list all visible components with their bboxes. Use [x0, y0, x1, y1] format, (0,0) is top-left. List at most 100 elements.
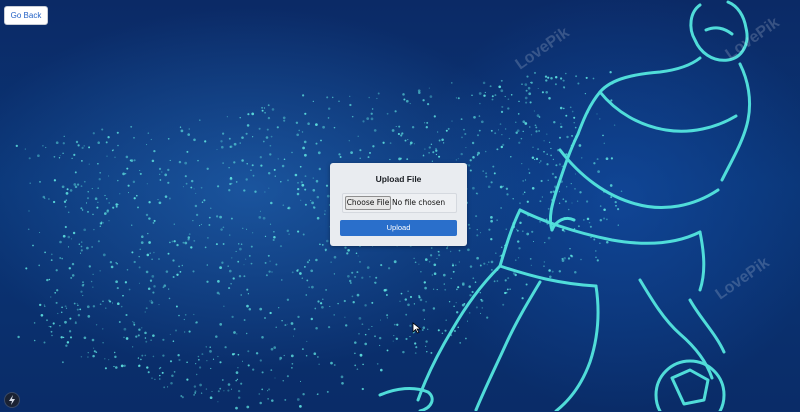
particle-dot	[405, 337, 408, 341]
particle-dot	[524, 83, 528, 86]
particle-dot	[245, 132, 248, 135]
particle-dot	[313, 206, 315, 208]
particle-dot	[90, 280, 93, 283]
go-back-button[interactable]: Go Back	[4, 6, 48, 25]
particle-dot	[98, 178, 101, 181]
particle-dot	[69, 189, 73, 192]
particle-dot	[120, 305, 123, 308]
particle-dot	[453, 305, 455, 308]
particle-dot	[125, 337, 129, 340]
particle-dot	[259, 401, 262, 405]
particle-dot	[539, 220, 542, 223]
particle-dot	[224, 346, 227, 349]
particle-dot	[422, 326, 426, 329]
particle-dot	[80, 245, 83, 248]
particle-dot	[371, 325, 373, 328]
particle-dot	[324, 248, 327, 251]
particle-dot	[268, 270, 271, 273]
particle-dot	[237, 243, 240, 245]
particle-dot	[163, 386, 166, 389]
particle-dot	[87, 315, 91, 318]
particle-dot	[433, 115, 436, 118]
particle-dot	[275, 263, 278, 266]
upload-button[interactable]: Upload	[340, 220, 457, 236]
particle-dot	[487, 185, 491, 189]
particle-dot	[59, 155, 61, 157]
particle-dot	[515, 259, 517, 261]
particle-dot	[133, 260, 136, 264]
particle-dot	[378, 336, 382, 340]
particle-dot	[153, 149, 156, 153]
particle-dot	[216, 185, 220, 188]
particle-dot	[217, 390, 220, 393]
particle-dot	[158, 258, 160, 260]
particle-dot	[188, 233, 191, 235]
particle-dot	[220, 228, 223, 231]
particle-dot	[428, 152, 430, 154]
particle-dot	[52, 200, 56, 204]
particle-dot	[259, 156, 262, 159]
particle-dot	[318, 363, 320, 365]
particle-dot	[83, 180, 86, 183]
particle-dot	[547, 207, 550, 210]
particle-dot	[493, 172, 496, 175]
particle-dot	[490, 129, 493, 132]
particle-dot	[80, 185, 83, 187]
particle-dot	[269, 311, 272, 315]
particle-dot	[66, 188, 69, 191]
particle-dot	[195, 321, 198, 324]
particle-dot	[319, 243, 321, 246]
particle-dot	[67, 246, 70, 248]
lightning-icon[interactable]	[4, 392, 20, 408]
particle-dot	[102, 222, 104, 224]
particle-dot	[146, 144, 148, 146]
particle-dot	[426, 121, 429, 124]
particle-dot	[393, 260, 397, 264]
particle-dot	[544, 75, 548, 78]
particle-dot	[496, 280, 499, 282]
particle-dot	[615, 204, 617, 207]
particle-dot	[85, 202, 88, 204]
particle-dot	[65, 307, 68, 309]
particle-dot	[436, 131, 439, 133]
choose-file-button[interactable]: Choose File	[345, 196, 391, 210]
particle-dot	[248, 307, 252, 311]
particle-dot	[243, 189, 246, 192]
particle-dot	[602, 134, 604, 137]
particle-dot	[364, 342, 368, 346]
particle-dot	[484, 150, 487, 153]
particle-dot	[407, 139, 409, 141]
file-input[interactable]: Choose File No file chosen	[342, 193, 457, 213]
particle-dot	[523, 191, 526, 194]
particle-dot	[599, 118, 601, 120]
particle-dot	[310, 199, 312, 201]
particle-dot	[298, 129, 301, 132]
particle-dot	[402, 350, 405, 354]
particle-dot	[562, 198, 565, 200]
particle-dot	[457, 326, 459, 329]
particle-dot	[613, 124, 616, 126]
particle-dot	[181, 396, 184, 399]
particle-dot	[299, 405, 302, 408]
particle-dot	[509, 288, 511, 290]
particle-dot	[178, 160, 182, 164]
particle-dot	[550, 154, 552, 157]
particle-dot	[183, 318, 185, 321]
particle-dot	[541, 196, 543, 198]
particle-dot	[283, 354, 285, 357]
particle-dot	[50, 253, 53, 256]
particle-dot	[565, 72, 567, 75]
particle-dot	[99, 225, 102, 228]
particle-dot	[467, 223, 470, 226]
particle-dot	[386, 112, 389, 115]
particle-dot	[359, 157, 361, 159]
particle-dot	[558, 163, 562, 166]
particle-dot	[338, 153, 341, 156]
particle-dot	[153, 285, 156, 288]
particle-dot	[76, 303, 78, 305]
particle-dot	[297, 187, 300, 191]
particle-dot	[87, 211, 89, 213]
particle-dot	[493, 280, 496, 283]
particle-dot	[279, 356, 283, 360]
particle-dot	[216, 149, 218, 150]
